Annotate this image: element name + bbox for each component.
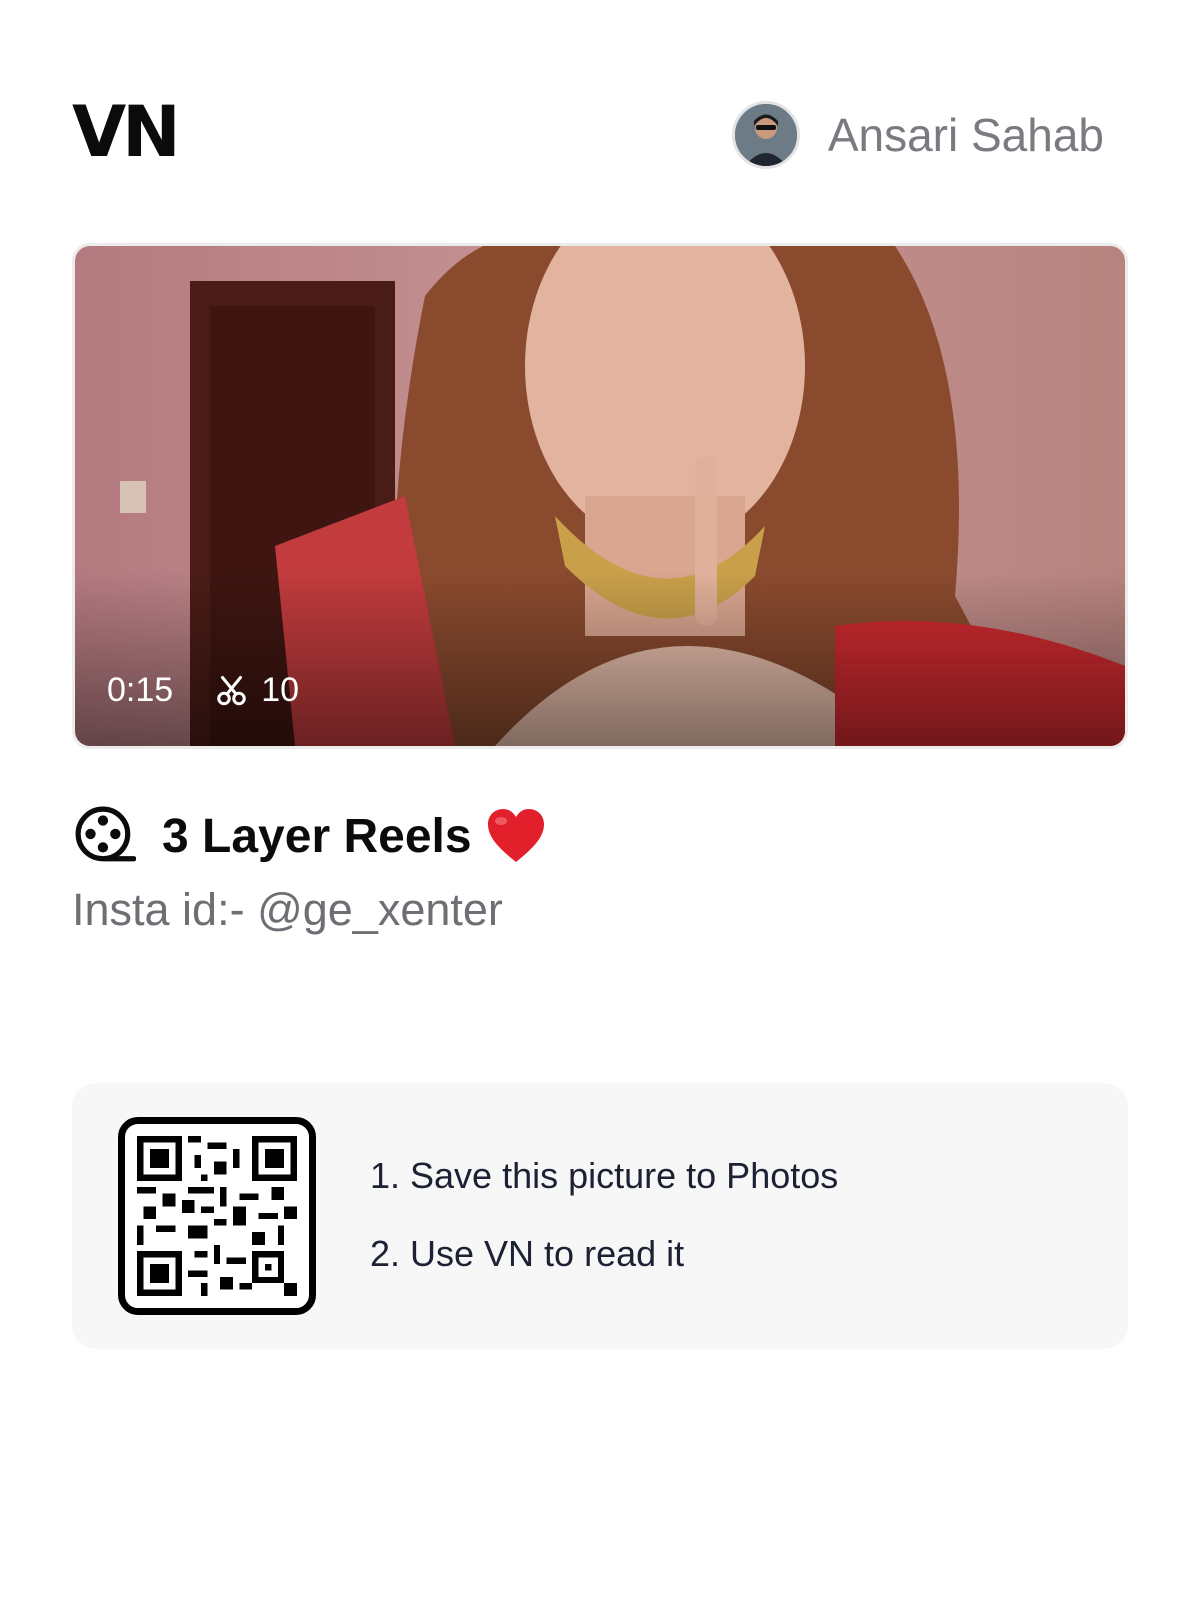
heart-icon [487,809,544,862]
project-title-row: 3 Layer Reels [74,806,546,866]
video-duration: 0:15 [107,671,174,709]
qr-step-2: 2. Use VN to read it [370,1233,685,1274]
vn-logo: VN [72,91,181,173]
qr-step-1: 1. Save this picture to Photos [370,1155,839,1196]
video-meta: 0:15 10 [107,671,299,710]
project-title: 3 Layer Reels [162,809,472,863]
video-thumbnail[interactable]: 0:15 10 [72,243,1128,749]
user-profile[interactable]: Ansari Sahab [731,100,1104,170]
user-name: Ansari Sahab [827,109,1104,161]
scissors-icon [217,675,246,705]
qr-share-card: 1. Save this picture to Photos 2. Use VN… [72,1083,1128,1349]
project-description: Insta id:- @ge_xenter [72,884,503,935]
qr-code [118,1117,316,1315]
user-avatar[interactable] [731,101,800,169]
film-reel-icon [75,806,136,862]
clip-count: 10 [261,671,300,709]
qr-instructions: 1. Save this picture to Photos 2. Use VN… [370,1155,838,1311]
